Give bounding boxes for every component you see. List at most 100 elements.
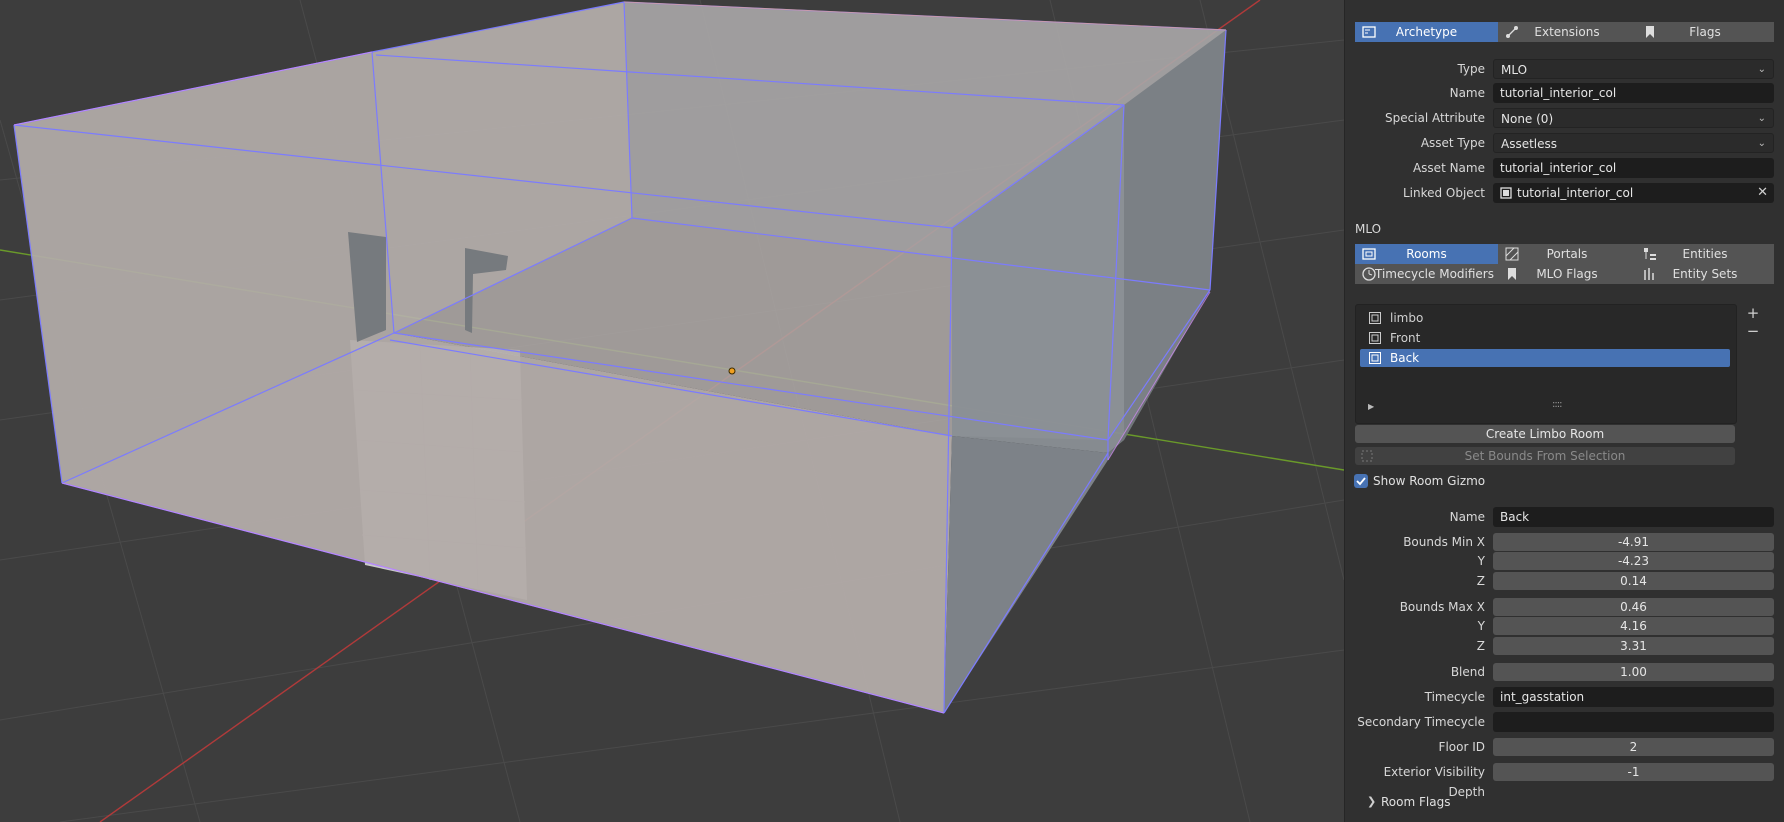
rooms-icon bbox=[1362, 248, 1376, 260]
tab-rooms-label: Rooms bbox=[1406, 247, 1447, 261]
asset-type-value: Assetless bbox=[1501, 137, 1558, 151]
tab-extensions[interactable]: Extensions bbox=[1498, 22, 1636, 42]
list-item-selected[interactable]: Back bbox=[1360, 349, 1730, 367]
tab-rooms[interactable]: Rooms bbox=[1355, 244, 1498, 264]
bounds-max-y-label: Y bbox=[1477, 619, 1485, 633]
properties-panel: Archetype Extensions Flags Type MLO ⌄ Na… bbox=[1344, 0, 1784, 822]
room-icon bbox=[1369, 312, 1381, 324]
type-dropdown[interactable]: MLO ⌄ bbox=[1493, 59, 1774, 79]
asset-name-input[interactable]: tutorial_interior_col bbox=[1493, 158, 1774, 178]
bounds-min-z-field[interactable]: 0.14 bbox=[1493, 572, 1774, 590]
room-icon bbox=[1369, 332, 1381, 344]
chevron-right-icon: ❯ bbox=[1367, 795, 1377, 808]
checkmark-icon bbox=[1356, 477, 1366, 486]
clear-icon[interactable]: ✕ bbox=[1757, 183, 1768, 203]
tab-extensions-label: Extensions bbox=[1534, 25, 1600, 39]
bounds-max-z-field[interactable]: 3.31 bbox=[1493, 637, 1774, 655]
room-name-input[interactable]: Back bbox=[1493, 507, 1774, 527]
blend-field[interactable]: 1.00 bbox=[1493, 663, 1774, 681]
bounds-max-x-field[interactable]: 0.46 bbox=[1493, 598, 1774, 616]
tab-mlo-flags-label: MLO Flags bbox=[1536, 267, 1598, 281]
tab-flags[interactable]: Flags bbox=[1636, 22, 1774, 42]
object-icon bbox=[1500, 187, 1512, 199]
asset-name-label: Asset Name bbox=[1412, 161, 1485, 175]
bounds-min-z-label: Z bbox=[1476, 574, 1485, 588]
blend-label: Blend bbox=[1450, 665, 1485, 679]
show-room-gizmo-checkbox[interactable] bbox=[1354, 474, 1368, 488]
bounds-icon bbox=[1361, 450, 1373, 462]
archetype-icon bbox=[1362, 26, 1376, 38]
tab-flags-label: Flags bbox=[1689, 25, 1721, 39]
tab-entity-sets-label: Entity Sets bbox=[1672, 267, 1738, 281]
bookmark-icon bbox=[1646, 26, 1654, 38]
tab-entity-sets[interactable]: Entity Sets bbox=[1636, 264, 1774, 284]
set-bounds-from-selection-button[interactable]: Set Bounds From Selection bbox=[1355, 447, 1735, 465]
chevron-down-icon: ⌄ bbox=[1757, 64, 1766, 75]
list-item-label: limbo bbox=[1390, 311, 1424, 325]
secondary-timecycle-input[interactable] bbox=[1493, 712, 1774, 732]
list-item[interactable]: Front bbox=[1360, 329, 1730, 347]
bounds-max-y-field[interactable]: 4.16 bbox=[1493, 617, 1774, 635]
chevron-down-icon: ⌄ bbox=[1757, 113, 1766, 124]
portals-icon bbox=[1505, 247, 1519, 261]
tab-entities[interactable]: Entities bbox=[1636, 244, 1774, 264]
timecycle-value: int_gasstation bbox=[1500, 690, 1585, 704]
archetype-name-value: tutorial_interior_col bbox=[1500, 86, 1617, 100]
bounds-max-x-label: Bounds Max X bbox=[1399, 600, 1485, 614]
special-attribute-label: Special Attribute bbox=[1384, 111, 1485, 125]
room-name-label: Name bbox=[1449, 510, 1485, 524]
bounds-min-y-label: Y bbox=[1477, 554, 1485, 568]
tab-archetype[interactable]: Archetype bbox=[1355, 22, 1498, 42]
archetype-name-input[interactable]: tutorial_interior_col bbox=[1493, 83, 1774, 103]
tab-portals[interactable]: Portals bbox=[1498, 244, 1636, 264]
tab-timecycle-modifiers[interactable]: Timecycle Modifiers bbox=[1355, 264, 1498, 284]
bounds-min-x-label: Bounds Min X bbox=[1403, 535, 1485, 549]
asset-name-value: tutorial_interior_col bbox=[1500, 161, 1617, 175]
tab-entities-label: Entities bbox=[1682, 247, 1728, 261]
rooms-list[interactable]: limbo Front Back ▶ :::: bbox=[1355, 304, 1737, 424]
entities-icon bbox=[1644, 248, 1656, 260]
floor-id-field[interactable]: 2 bbox=[1493, 738, 1774, 756]
list-item-label: Front bbox=[1390, 331, 1421, 345]
asset-type-label: Asset Type bbox=[1420, 136, 1485, 150]
linked-object-value: tutorial_interior_col bbox=[1517, 186, 1634, 200]
bounds-min-x-field[interactable]: -4.91 bbox=[1493, 533, 1774, 551]
bookmark-icon bbox=[1508, 268, 1516, 280]
tab-archetype-label: Archetype bbox=[1395, 25, 1458, 39]
room-flags-label: Room Flags bbox=[1381, 795, 1451, 809]
tab-timecycle-modifiers-label: Timecycle Modifiers bbox=[1375, 267, 1494, 281]
bounds-max-z-label: Z bbox=[1476, 639, 1485, 653]
mlo-heading: MLO bbox=[1355, 222, 1382, 236]
room-name-value: Back bbox=[1500, 510, 1530, 524]
tab-portals-label: Portals bbox=[1546, 247, 1588, 261]
secondary-timecycle-label: Secondary Timecycle bbox=[1357, 715, 1485, 729]
linked-object-label: Linked Object bbox=[1402, 186, 1485, 200]
show-room-gizmo-label: Show Room Gizmo bbox=[1373, 474, 1486, 488]
viewport-scene[interactable] bbox=[0, 0, 1344, 822]
asset-type-dropdown[interactable]: Assetless ⌄ bbox=[1493, 133, 1774, 153]
list-item-label: Back bbox=[1390, 351, 1420, 365]
entity-sets-icon bbox=[1644, 268, 1654, 280]
object-origin-icon[interactable] bbox=[728, 367, 736, 375]
create-limbo-room-button[interactable]: Create Limbo Room bbox=[1355, 425, 1735, 443]
remove-room-button[interactable]: − bbox=[1743, 322, 1763, 340]
3d-viewport[interactable] bbox=[0, 0, 1344, 822]
name-label: Name bbox=[1449, 86, 1485, 100]
timecycle-input[interactable]: int_gasstation bbox=[1493, 687, 1774, 707]
room-icon bbox=[1369, 352, 1381, 364]
tab-mlo-flags[interactable]: MLO Flags bbox=[1498, 264, 1636, 284]
timecycle-label: Timecycle bbox=[1424, 690, 1485, 704]
special-attribute-value: None (0) bbox=[1501, 112, 1554, 126]
timecycle-icon bbox=[1362, 267, 1376, 281]
extensions-icon bbox=[1506, 26, 1518, 38]
resize-handle-icon[interactable]: :::: bbox=[1552, 399, 1563, 410]
list-item[interactable]: limbo bbox=[1360, 309, 1730, 327]
linked-object-field[interactable]: tutorial_interior_col ✕ bbox=[1493, 183, 1774, 203]
special-attribute-dropdown[interactable]: None (0) ⌄ bbox=[1493, 108, 1774, 128]
chevron-down-icon: ⌄ bbox=[1757, 138, 1766, 149]
add-room-button[interactable]: + bbox=[1743, 304, 1763, 322]
bounds-min-y-field[interactable]: -4.23 bbox=[1493, 552, 1774, 570]
room-flags-panel-header[interactable]: ❯ Room Flags bbox=[1345, 792, 1784, 812]
exterior-visibility-depth-field[interactable]: -1 bbox=[1493, 763, 1774, 781]
expand-filter-icon[interactable]: ▶ bbox=[1368, 402, 1374, 411]
